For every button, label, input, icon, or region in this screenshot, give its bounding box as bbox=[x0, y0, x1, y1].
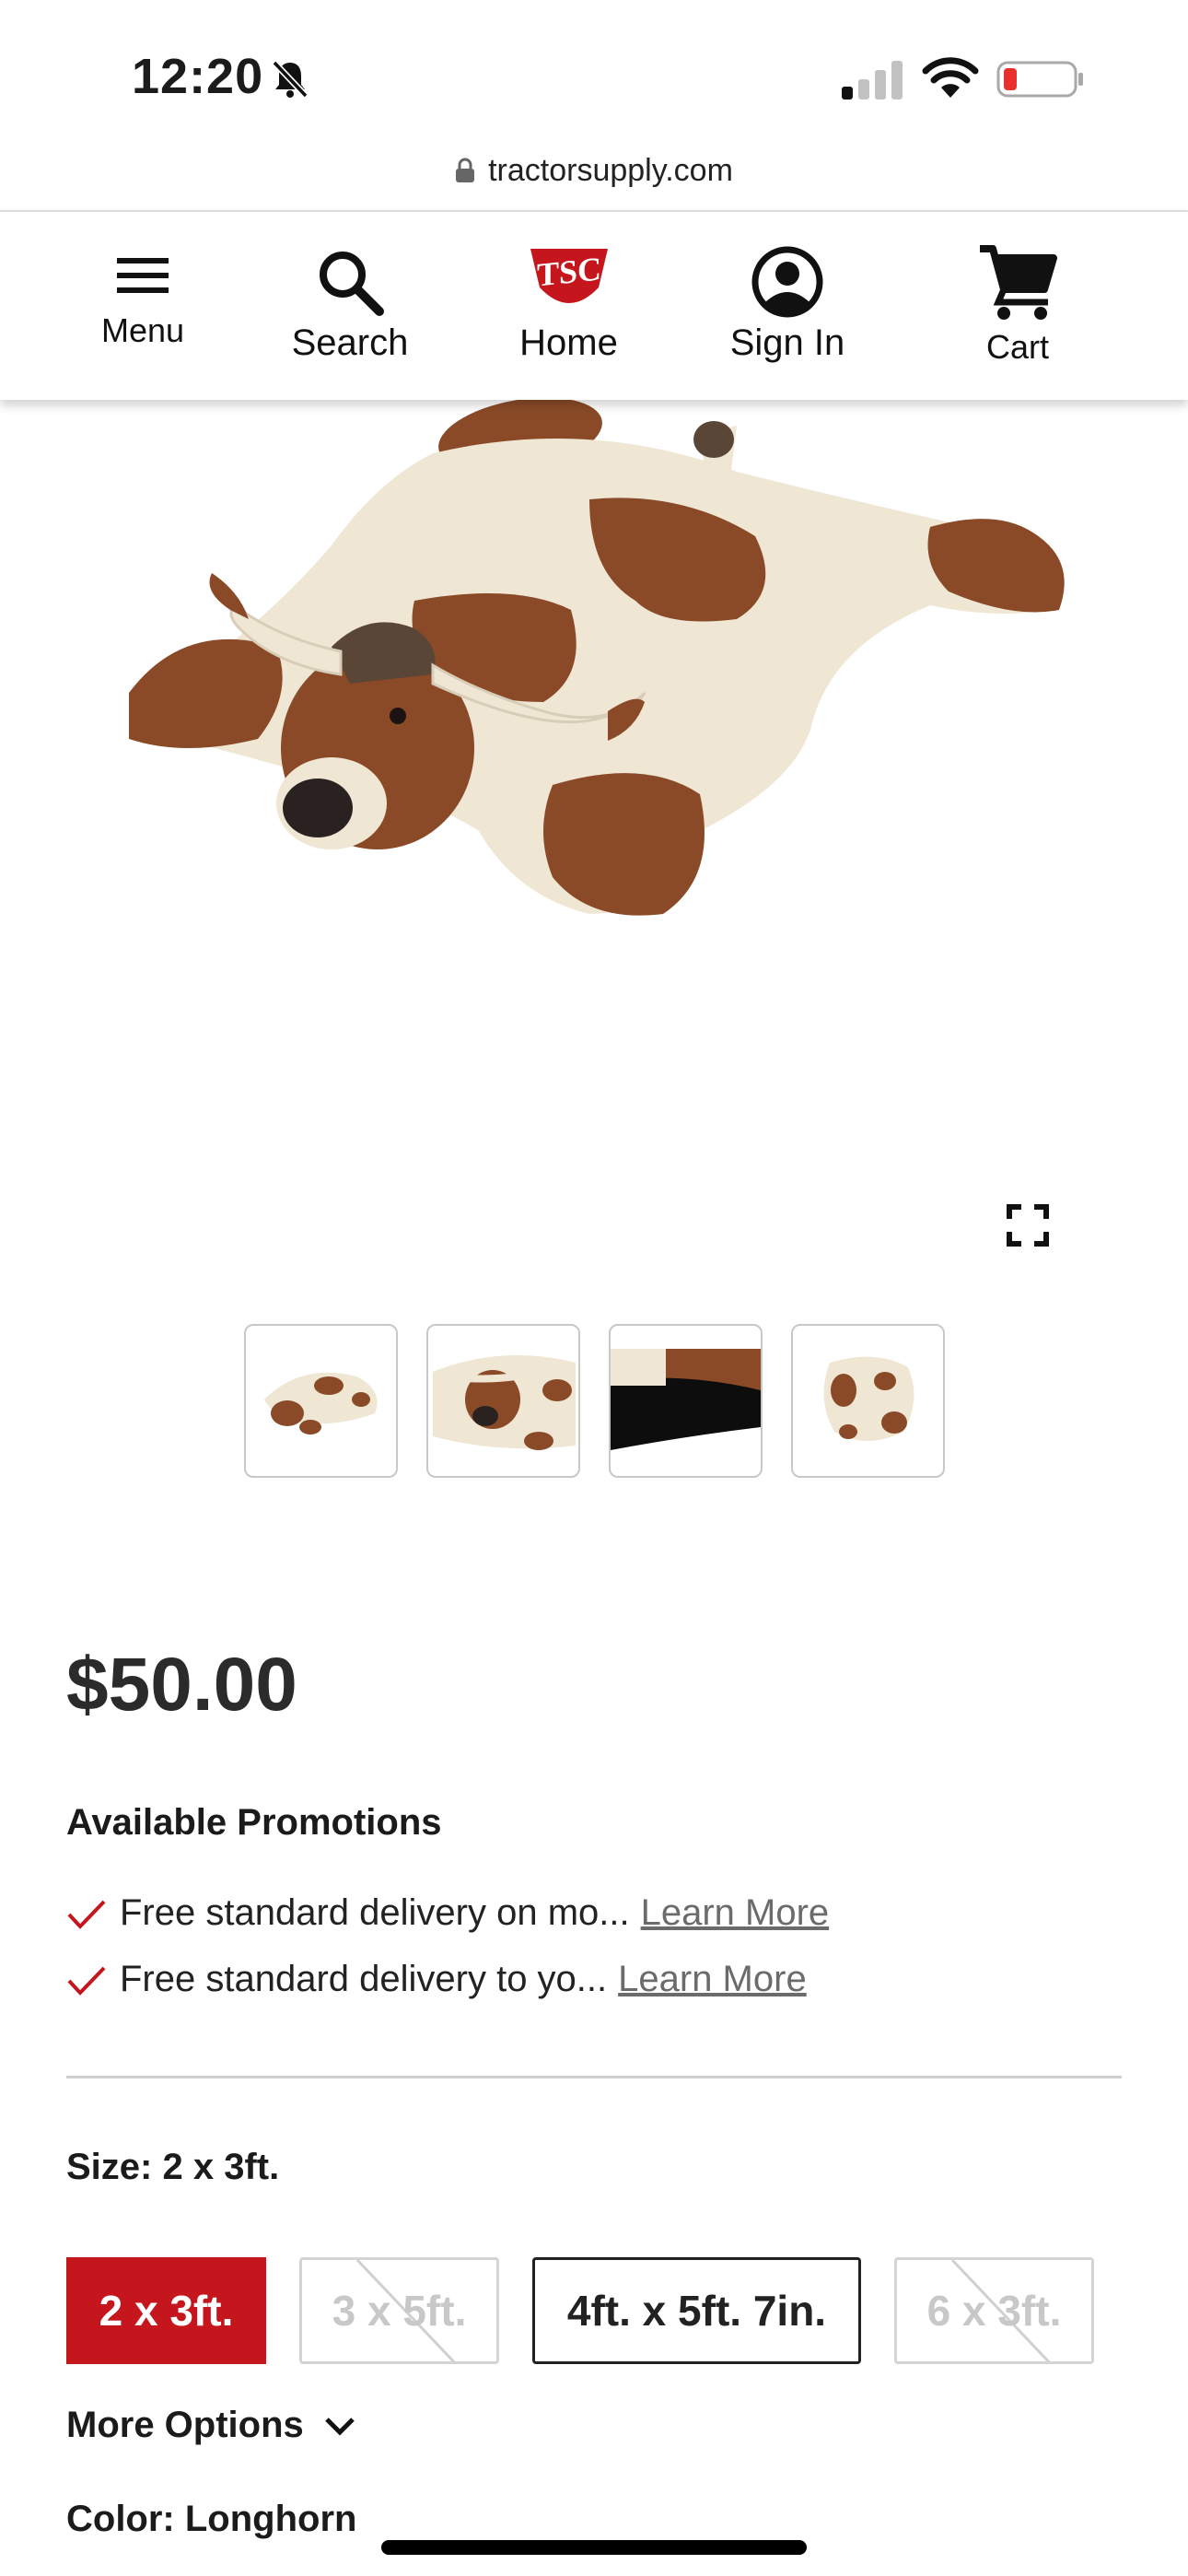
promotion-text: Free standard delivery on mo... bbox=[120, 1892, 630, 1933]
status-time: 12:20 bbox=[132, 49, 264, 104]
thumbnail-3[interactable] bbox=[609, 1324, 763, 1478]
promotion-text: Free standard delivery to yo... bbox=[120, 1959, 608, 1999]
product-image[interactable] bbox=[0, 398, 1188, 1282]
sign-in-label: Sign In bbox=[729, 322, 845, 363]
size-option-6x3[interactable]: 6 x 3ft. bbox=[894, 2257, 1094, 2364]
address-bar[interactable]: tractorsupply.com bbox=[0, 138, 1188, 210]
thumbnail-4[interactable] bbox=[791, 1324, 945, 1478]
checkmark-icon bbox=[67, 1901, 106, 1930]
thumbnail-1[interactable] bbox=[244, 1324, 398, 1478]
hamburger-icon bbox=[117, 258, 169, 293]
home-label: Home bbox=[519, 322, 618, 363]
size-option-label: 6 x 3ft. bbox=[926, 2287, 1062, 2335]
color-label: Color: Longhorn bbox=[66, 2499, 357, 2539]
thumbnail-image bbox=[433, 1355, 576, 1450]
learn-more-link[interactable]: Learn More bbox=[641, 1892, 830, 1933]
lock-icon bbox=[456, 158, 475, 182]
home-button[interactable]: TSC Home bbox=[497, 212, 640, 400]
size-option-label: 3 x 5ft. bbox=[332, 2287, 467, 2335]
size-option-4x5-7[interactable]: 4ft. x 5ft. 7in. bbox=[532, 2257, 861, 2364]
site-header: Menu Search TSC Home Sign In Cart bbox=[0, 210, 1188, 400]
menu-button[interactable]: Menu bbox=[83, 212, 203, 400]
thumbnail-image bbox=[264, 1372, 378, 1434]
size-label: Size: 2 x 3ft. bbox=[66, 2147, 280, 2187]
search-icon bbox=[320, 252, 384, 316]
bell-slash-icon bbox=[272, 60, 309, 99]
promotion-item: Free standard delivery on mo... Learn Mor… bbox=[66, 1892, 829, 1934]
cart-icon bbox=[980, 245, 1057, 320]
cellular-signal-icon bbox=[842, 61, 903, 100]
longhorn-rug-image bbox=[129, 398, 1065, 916]
chevron-down-icon bbox=[325, 2418, 355, 2436]
status-bar: 12:20 bbox=[0, 0, 1188, 138]
tsc-logo-icon: TSC bbox=[530, 249, 608, 303]
more-options-toggle[interactable]: More Options bbox=[66, 2405, 355, 2446]
product-price: $50.00 bbox=[66, 1643, 297, 1727]
thumbnail-image bbox=[611, 1349, 761, 1450]
fullscreen-expand-icon[interactable] bbox=[1007, 1204, 1049, 1247]
cart-label: Cart bbox=[985, 328, 1049, 366]
size-option-label: 2 x 3ft. bbox=[99, 2287, 234, 2335]
size-option-3x5[interactable]: 3 x 5ft. bbox=[299, 2257, 499, 2364]
section-divider bbox=[66, 2076, 1122, 2078]
menu-label: Menu bbox=[100, 311, 185, 349]
thumbnail-2[interactable] bbox=[426, 1324, 580, 1478]
search-label: Search bbox=[291, 322, 409, 363]
tsc-logo-text: TSC bbox=[537, 250, 601, 293]
wifi-icon bbox=[922, 57, 979, 98]
thumbnail-image bbox=[823, 1356, 914, 1441]
search-button[interactable]: Search bbox=[276, 212, 424, 400]
url-text: tractorsupply.com bbox=[488, 153, 733, 188]
home-indicator bbox=[381, 2540, 807, 2555]
promotion-item: Free standard delivery to yo... Learn Mor… bbox=[66, 1959, 807, 2000]
thumbnail-strip bbox=[244, 1324, 945, 1478]
battery-low-icon bbox=[996, 61, 1083, 98]
size-option-label: 4ft. x 5ft. 7in. bbox=[566, 2287, 827, 2335]
learn-more-link[interactable]: Learn More bbox=[618, 1959, 807, 1999]
promotions-title: Available Promotions bbox=[66, 1802, 442, 1843]
cart-button[interactable]: Cart bbox=[962, 212, 1073, 400]
more-options-label: More Options bbox=[66, 2405, 304, 2445]
size-option-2x3[interactable]: 2 x 3ft. bbox=[66, 2257, 266, 2364]
checkmark-icon bbox=[67, 1967, 106, 1996]
sign-in-button[interactable]: Sign In bbox=[714, 212, 861, 400]
account-icon bbox=[751, 246, 823, 318]
